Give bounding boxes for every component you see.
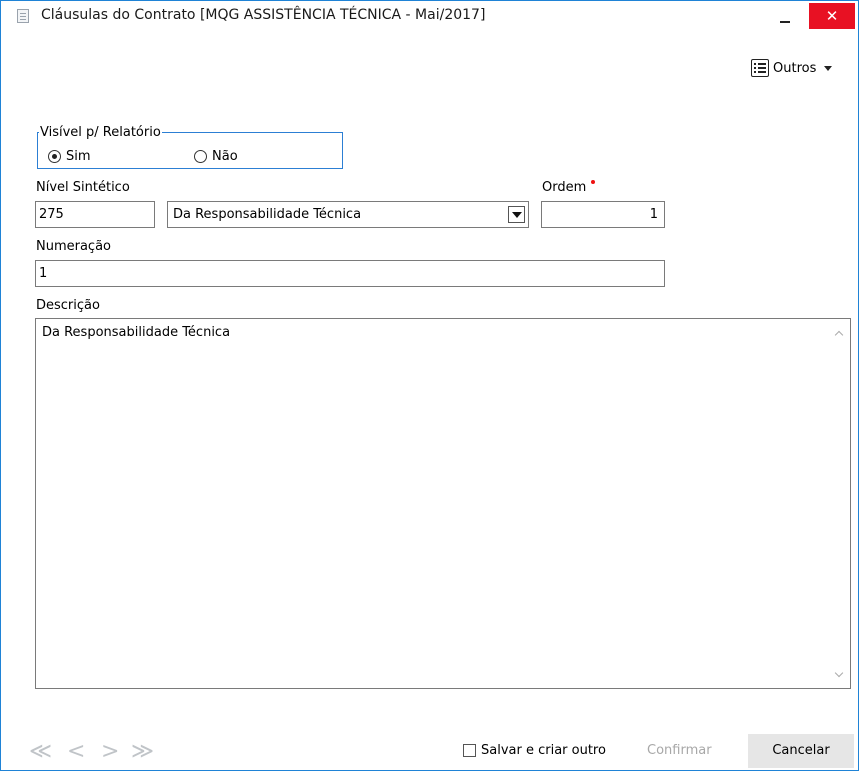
radio-nao-label: Não [212,149,238,164]
first-record-icon[interactable]: ≪ [29,740,52,764]
ordem-label: Ordem [542,180,587,195]
ordem-input[interactable]: 1 [541,201,665,228]
radio-sim[interactable]: Sim [48,149,91,164]
visibility-legend: Visível p/ Relatório [39,125,162,140]
minimize-icon [780,20,790,23]
save-and-new-label: Salvar e criar outro [481,743,606,758]
save-and-new-checkbox[interactable]: Salvar e criar outro [463,743,606,758]
radio-sim-label: Sim [66,149,91,164]
numeracao-label: Numeração [36,239,112,254]
outros-menu-button[interactable]: Outros [751,57,833,79]
chevron-down-icon [824,65,833,71]
radio-checked-icon [48,150,61,163]
list-icon [751,59,769,77]
numeracao-input[interactable]: 1 [35,260,665,287]
cancel-button[interactable]: Cancelar [748,734,854,768]
document-icon [17,9,29,23]
descricao-label: Descrição [36,298,100,313]
scroll-up-icon[interactable] [834,329,844,339]
previous-record-icon[interactable]: < [67,740,85,764]
required-indicator [591,180,595,184]
scroll-down-icon[interactable] [834,670,844,680]
dropdown-arrow-icon[interactable] [508,206,525,223]
outros-label: Outros [773,60,817,76]
nivel-sintetico-label: Nível Sintético [36,180,130,195]
descricao-textarea[interactable]: Da Responsabilidade Técnica [35,318,851,689]
close-button[interactable]: ✕ [809,3,855,29]
minimize-button[interactable] [767,5,803,29]
nivel-select-value: Da Responsabilidade Técnica [173,207,362,222]
checkbox-icon [463,744,476,757]
window-title: Cláusulas do Contrato [MQG ASSISTÊNCIA T… [41,7,486,23]
dialog-window: Cláusulas do Contrato [MQG ASSISTÊNCIA T… [0,0,859,771]
last-record-icon[interactable]: ≫ [131,740,154,764]
title-bar: Cláusulas do Contrato [MQG ASSISTÊNCIA T… [1,1,858,31]
nivel-sintetico-select[interactable]: Da Responsabilidade Técnica [167,201,529,228]
radio-nao[interactable]: Não [194,149,238,164]
next-record-icon[interactable]: > [101,740,119,764]
descricao-text: Da Responsabilidade Técnica [42,325,231,340]
nivel-sintetico-input[interactable]: 275 [35,201,155,228]
radio-unchecked-icon [194,150,207,163]
confirm-button[interactable]: Confirmar [647,743,712,758]
